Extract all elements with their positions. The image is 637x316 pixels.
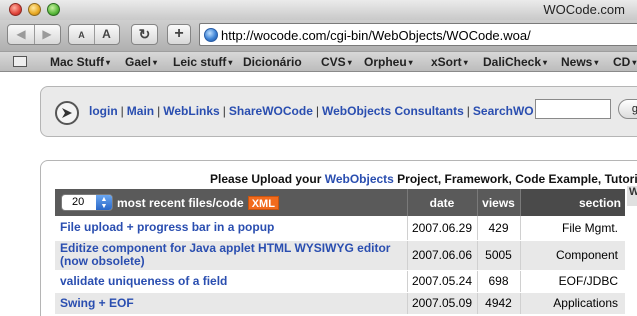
file-views: 5005 bbox=[476, 240, 520, 271]
bookmark-news[interactable]: News ▾ bbox=[561, 55, 598, 69]
text-smaller-button[interactable]: A bbox=[69, 26, 94, 45]
chevron-down-icon: ▾ bbox=[594, 58, 599, 67]
file-title-link[interactable]: validate uniqueness of a field bbox=[55, 270, 407, 293]
file-section: Applications bbox=[519, 292, 625, 315]
stepper-icon: ▲ ▼ bbox=[96, 195, 112, 210]
chevron-down-icon: ▾ bbox=[463, 58, 468, 67]
wocode-logo-icon[interactable] bbox=[55, 101, 79, 125]
header-section[interactable]: section bbox=[520, 189, 625, 216]
nav-link-weblinks[interactable]: WebLinks bbox=[163, 104, 219, 118]
title-bar: WOCode.com bbox=[0, 0, 637, 20]
count-select[interactable]: 20 ▲ ▼ bbox=[61, 194, 113, 211]
text-size-group: AA bbox=[68, 24, 120, 45]
file-date: 2007.05.24 bbox=[406, 270, 477, 293]
side-panel-tab: W bbox=[627, 186, 637, 206]
header-views[interactable]: views bbox=[477, 189, 521, 216]
file-date: 2007.05.09 bbox=[406, 292, 477, 315]
site-nav-panel: login | Main | WebLinks | ShareWOCode | WebObjec… bbox=[40, 86, 637, 137]
bookmark-xsort[interactable]: xSort ▾ bbox=[431, 55, 468, 69]
nav-link-webobjects-consultants[interactable]: WebObjects Consultants bbox=[322, 104, 464, 118]
xml-feed-badge[interactable]: XML bbox=[247, 195, 279, 210]
bookmark-cd[interactable]: CD ▾ bbox=[613, 55, 636, 69]
close-window-button[interactable] bbox=[9, 3, 22, 16]
nav-link-searchwo[interactable]: SearchWO bbox=[473, 104, 534, 118]
web-page: login | Main | WebLinks | ShareWOCode | WebObjec… bbox=[0, 73, 637, 316]
text-larger-button[interactable]: A bbox=[94, 25, 119, 44]
reload-button[interactable]: ↻ bbox=[131, 24, 158, 45]
file-views: 429 bbox=[476, 216, 520, 241]
nav-link-main[interactable]: Main bbox=[127, 104, 154, 118]
file-section: File Mgmt. bbox=[519, 216, 625, 241]
address-bar[interactable]: http://wocode.com/cgi-bin/WebObjects/WOC… bbox=[199, 23, 637, 46]
url-text[interactable]: http://wocode.com/cgi-bin/WebObjects/WOC… bbox=[221, 28, 531, 43]
bookmark-mac-stuff[interactable]: Mac Stuff ▾ bbox=[50, 55, 110, 69]
file-views: 4942 bbox=[476, 292, 520, 315]
nav-link-sharewocode[interactable]: ShareWOCode bbox=[229, 104, 313, 118]
file-title-link[interactable]: Editize component for Java applet HTML W… bbox=[55, 240, 407, 271]
file-section: EOF/JDBC bbox=[519, 270, 625, 293]
chevron-down-icon: ▾ bbox=[543, 58, 548, 67]
upload-heading: Please Upload your WebObjects Project, F… bbox=[210, 172, 637, 186]
table-row: File upload + progress bar in a popup 20… bbox=[55, 216, 625, 241]
chevron-down-icon: ▾ bbox=[228, 58, 233, 67]
webobjects-link[interactable]: WebObjects bbox=[325, 172, 394, 186]
nav-link-login[interactable]: login bbox=[89, 104, 118, 118]
header-date[interactable]: date bbox=[407, 189, 478, 216]
bookmark-gael[interactable]: Gael ▾ bbox=[125, 55, 157, 69]
book-icon[interactable] bbox=[13, 56, 27, 67]
minimize-window-button[interactable] bbox=[28, 3, 41, 16]
file-title-link[interactable]: File upload + progress bar in a popup bbox=[55, 216, 407, 241]
globe-icon bbox=[204, 28, 218, 42]
bookmarks-bar: Mac Stuff ▾ Gael ▾ Leic stuff ▾ Dicionário … bbox=[0, 51, 637, 72]
forward-icon[interactable]: ▶ bbox=[34, 25, 60, 44]
chevron-down-icon: ▾ bbox=[408, 58, 413, 67]
table-row: Swing + EOF 2007.05.09 4942 Applications bbox=[55, 292, 625, 315]
file-section: Component bbox=[519, 240, 625, 271]
header-count-cell: 20 ▲ ▼ most recent files/code XML bbox=[55, 189, 408, 216]
chevron-down-icon: ▾ bbox=[347, 58, 352, 67]
back-forward-group: ◀ ▶ bbox=[7, 24, 61, 45]
table-row: Editize component for Java applet HTML W… bbox=[55, 240, 625, 271]
bookmark-cvs[interactable]: CVS ▾ bbox=[321, 55, 352, 69]
bookmark-leic-stuff[interactable]: Leic stuff ▾ bbox=[173, 55, 232, 69]
bookmark-orpheu[interactable]: Orpheu ▾ bbox=[364, 55, 413, 69]
recent-files-label: most recent files/code bbox=[117, 195, 244, 210]
add-bookmark-button[interactable]: + bbox=[167, 24, 191, 45]
window-title: WOCode.com bbox=[543, 2, 625, 17]
browser-toolbar: ◀ ▶ AA ↻ + http://wocode.com/cgi-bin/WebO… bbox=[0, 20, 637, 51]
chevron-down-icon: ▾ bbox=[153, 58, 158, 67]
file-date: 2007.06.29 bbox=[406, 216, 477, 241]
bookmark-dalicheck[interactable]: DaliCheck ▾ bbox=[483, 55, 547, 69]
chevron-down-icon: ▾ bbox=[106, 58, 111, 67]
recent-files-table: 20 ▲ ▼ most recent files/code XML date views… bbox=[55, 189, 625, 315]
table-row: validate uniqueness of a field 2007.05.2… bbox=[55, 270, 625, 293]
file-views: 698 bbox=[476, 270, 520, 293]
reload-icon: ↻ bbox=[138, 26, 151, 42]
bookmark-dicionario[interactable]: Dicionário bbox=[243, 55, 304, 69]
site-nav-links: login | Main | WebLinks | ShareWOCode | WebObjec… bbox=[89, 104, 534, 118]
chevron-down-icon: ▾ bbox=[632, 58, 637, 67]
zoom-window-button[interactable] bbox=[47, 3, 60, 16]
file-title-link[interactable]: Swing + EOF bbox=[55, 292, 407, 315]
table-header-row: 20 ▲ ▼ most recent files/code XML date views… bbox=[55, 189, 625, 216]
plus-icon: + bbox=[174, 25, 184, 42]
go-button[interactable]: go bbox=[618, 99, 637, 119]
back-icon[interactable]: ◀ bbox=[8, 25, 34, 44]
file-date: 2007.06.06 bbox=[406, 240, 477, 271]
logo-glyph bbox=[62, 108, 72, 118]
search-input[interactable] bbox=[535, 99, 611, 119]
